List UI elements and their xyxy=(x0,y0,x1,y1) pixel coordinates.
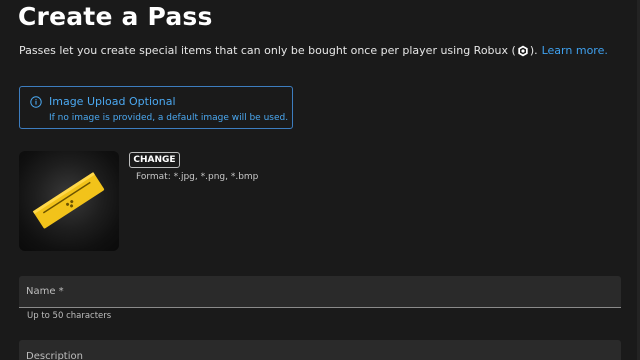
description-text-end: ). xyxy=(529,44,538,57)
pass-ticket-icon xyxy=(32,172,105,229)
learn-more-link[interactable]: Learn more. xyxy=(542,44,608,57)
robux-icon xyxy=(518,45,528,56)
page-title: Create a Pass xyxy=(18,2,213,31)
info-title: Image Upload Optional xyxy=(49,95,176,108)
change-image-button[interactable]: CHANGE xyxy=(129,152,180,168)
description-field-label: Description xyxy=(26,351,83,360)
name-field-helper: Up to 50 characters xyxy=(27,311,112,321)
info-text: If no image is provided, a default image… xyxy=(49,113,289,123)
image-upload-info-box: Image Upload Optional If no image is pro… xyxy=(19,86,293,129)
name-field-label: Name * xyxy=(26,286,64,297)
description-text: Passes let you create special items that… xyxy=(19,44,516,57)
create-pass-page: Create a Pass Passes let you create spec… xyxy=(0,0,640,360)
page-description: Passes let you create special items that… xyxy=(19,44,608,57)
pass-thumbnail xyxy=(19,151,119,251)
info-icon xyxy=(30,96,42,108)
name-field[interactable]: Name * xyxy=(19,276,621,308)
image-format-hint: Format: *.jpg, *.png, *.bmp xyxy=(136,172,259,182)
description-field[interactable]: Description xyxy=(19,340,621,360)
